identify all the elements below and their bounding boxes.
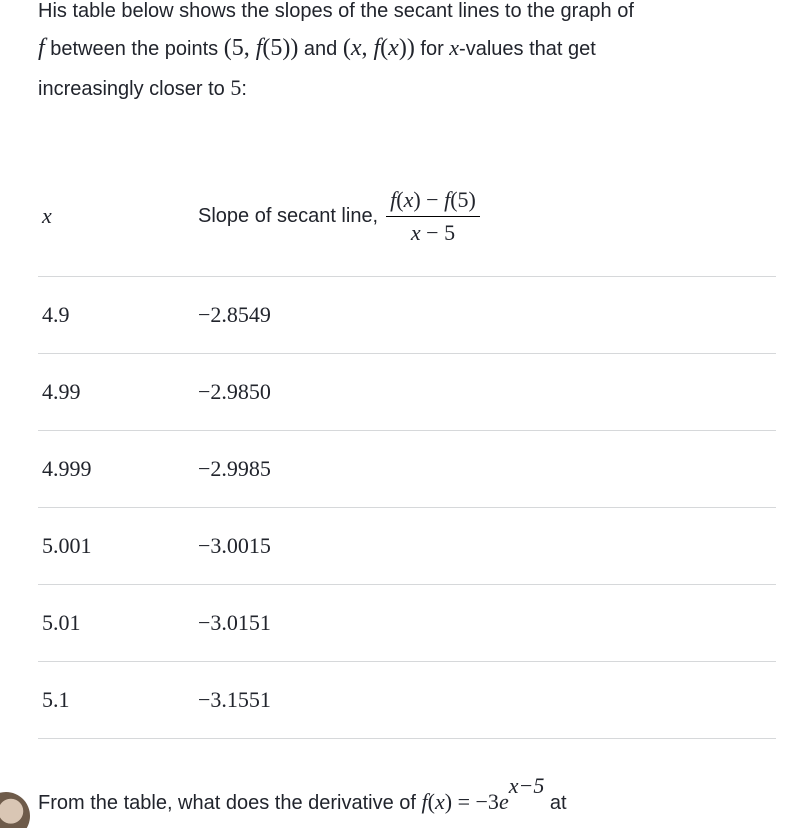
fraction-bar <box>386 216 480 217</box>
q-e: e <box>499 789 509 814</box>
intro-text-3: for <box>415 38 449 60</box>
q-exp: x−5 <box>509 773 545 798</box>
intro-and: and <box>298 38 342 60</box>
cell-x: 4.999 <box>38 456 198 482</box>
cell-slope: −3.1551 <box>198 687 271 713</box>
intro-five: 5 <box>230 75 241 100</box>
pt2-fopen: ( <box>380 35 388 61</box>
den-minus: − <box>421 220 444 245</box>
pt2-open: ( <box>343 35 351 61</box>
pt2-comma: , <box>362 35 374 61</box>
intro-xvar: x <box>449 35 459 60</box>
intro-colon: : <box>241 78 247 100</box>
intro-text-4: -values that get <box>459 38 596 60</box>
cell-slope: −3.0151 <box>198 610 271 636</box>
pt2-fclose: ) <box>399 35 407 61</box>
q-close: ) <box>445 789 452 814</box>
header-fraction: f(x) − f(5) x − 5 <box>386 186 480 246</box>
cell-x: 4.99 <box>38 379 198 405</box>
table-row: 5.001 −3.0015 <box>38 508 776 585</box>
q-x: x <box>435 789 445 814</box>
num-c1: ) <box>413 187 420 212</box>
header-slope-label: Slope of secant line, <box>198 205 378 228</box>
cell-x: 5.1 <box>38 687 198 713</box>
table-row: 5.1 −3.1551 <box>38 662 776 739</box>
pt2-close: ) <box>407 35 415 61</box>
cell-slope: −3.0015 <box>198 533 271 559</box>
intro-paragraph: His table below shows the slopes of the … <box>38 0 780 106</box>
table-row: 4.99 −2.9850 <box>38 354 776 431</box>
header-slope: Slope of secant line, f(x) − f(5) x − 5 <box>198 186 480 246</box>
header-x: x <box>38 203 198 229</box>
pt1-x: 5 <box>232 35 244 61</box>
num-5: 5 <box>458 187 469 212</box>
question-paragraph: From the table, what does the derivative… <box>38 783 780 828</box>
cell-slope: −2.9985 <box>198 456 271 482</box>
den-x: x <box>411 220 421 245</box>
question-text-1: From the table, what does the derivative… <box>38 792 422 814</box>
table-row: 4.999 −2.9985 <box>38 431 776 508</box>
cell-x: 5.01 <box>38 610 198 636</box>
intro-text-2: between the points <box>45 38 224 60</box>
pt1-comma: , <box>244 35 256 61</box>
page: His table below shows the slopes of the … <box>0 0 800 828</box>
num-x: x <box>404 187 414 212</box>
q-neg3: −3 <box>476 789 499 814</box>
q-open: ( <box>428 789 435 814</box>
num-o1: ( <box>396 187 403 212</box>
pt2-x: x <box>351 35 362 61</box>
f-symbol: f <box>38 35 45 61</box>
pt1-open: ( <box>224 35 232 61</box>
content-area: His table below shows the slopes of the … <box>0 0 800 828</box>
pt1-farg: 5 <box>270 35 282 61</box>
num-minus: − <box>421 187 444 212</box>
q-at: at <box>544 792 566 814</box>
table-header: x Slope of secant line, f(x) − f(5) x − … <box>38 168 776 277</box>
intro-text-5: increasingly closer to <box>38 78 230 100</box>
cell-x: 5.001 <box>38 533 198 559</box>
num-o2: ( <box>450 187 457 212</box>
den-5: 5 <box>444 220 455 245</box>
num-c2: ) <box>469 187 476 212</box>
q-eq: = <box>452 789 475 814</box>
cell-slope: −2.8549 <box>198 302 271 328</box>
fraction-denominator: x − 5 <box>407 219 459 247</box>
table-row: 4.9 −2.8549 <box>38 277 776 354</box>
table-row: 5.01 −3.0151 <box>38 585 776 662</box>
cell-x: 4.9 <box>38 302 198 328</box>
table-body: 4.9 −2.8549 4.99 −2.9850 4.999 −2.9985 5… <box>38 277 776 739</box>
fraction-numerator: f(x) − f(5) <box>386 186 480 214</box>
secant-table: x Slope of secant line, f(x) − f(5) x − … <box>38 168 776 739</box>
cell-slope: −2.9850 <box>198 379 271 405</box>
intro-text-1: His table below shows the slopes of the … <box>38 0 634 22</box>
pt2-farg: x <box>388 35 399 61</box>
